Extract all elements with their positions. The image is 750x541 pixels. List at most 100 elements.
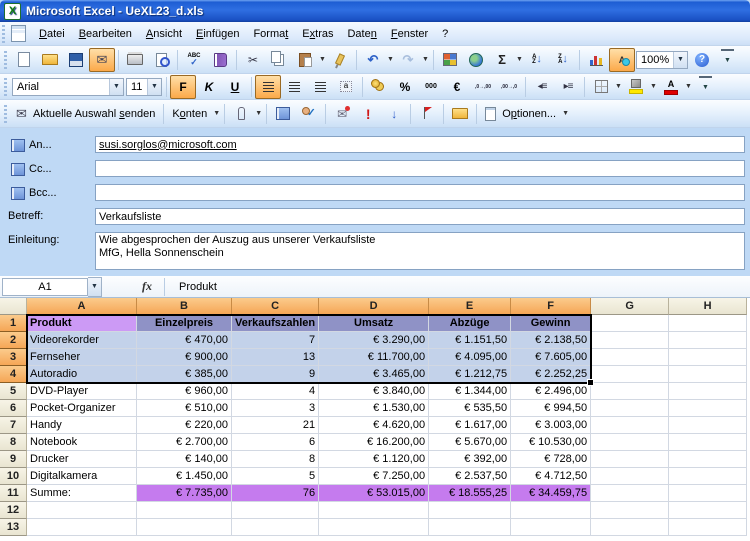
- cell-E7[interactable]: € 1.617,00: [429, 417, 511, 434]
- bcc-input[interactable]: [95, 184, 745, 201]
- cell-A11[interactable]: Summe:: [27, 485, 137, 502]
- increase-decimal-button[interactable]: [470, 75, 496, 99]
- print-preview-button[interactable]: [148, 48, 174, 72]
- font-name-combo[interactable]: Arial▼: [12, 78, 124, 96]
- fill-color-dropdown-button[interactable]: ▼: [649, 76, 658, 98]
- cell-C11[interactable]: 76: [232, 485, 319, 502]
- cell-A5[interactable]: DVD-Player: [27, 383, 137, 400]
- align-right-button[interactable]: [307, 75, 333, 99]
- cut-button[interactable]: [240, 48, 266, 72]
- cell-D12[interactable]: [319, 502, 429, 519]
- row-header-8[interactable]: 8: [0, 434, 27, 451]
- autosum-button[interactable]: [489, 48, 515, 72]
- message-flag-button[interactable]: [329, 102, 355, 126]
- menu-item-ansicht[interactable]: Ansicht: [139, 24, 189, 44]
- cell-A6[interactable]: Pocket-Organizer: [27, 400, 137, 417]
- column-header-D[interactable]: D: [319, 298, 429, 315]
- cell-E11[interactable]: € 18.555,25: [429, 485, 511, 502]
- underline-button[interactable]: U: [222, 75, 248, 99]
- italic-button[interactable]: K: [196, 75, 222, 99]
- undo-button[interactable]: [360, 48, 386, 72]
- font-size-combo[interactable]: 11▼: [126, 78, 162, 96]
- menu-item-fenster[interactable]: Fenster: [384, 24, 435, 44]
- fill-color-button[interactable]: [623, 75, 649, 99]
- drawing-button[interactable]: [609, 48, 635, 72]
- cell-A9[interactable]: Drucker: [27, 451, 137, 468]
- cell-C5[interactable]: 4: [232, 383, 319, 400]
- cell-F10[interactable]: € 4.712,50: [511, 468, 591, 485]
- accounts-button[interactable]: Konten: [167, 102, 212, 126]
- cell-A10[interactable]: Digitalkamera: [27, 468, 137, 485]
- insert-function-button[interactable]: fx: [142, 279, 152, 294]
- attach-file-dropdown-button[interactable]: ▼: [254, 103, 263, 125]
- redo-button[interactable]: [395, 48, 421, 72]
- chart-wizard-button[interactable]: [583, 48, 609, 72]
- cell-C10[interactable]: 5: [232, 468, 319, 485]
- cell-G4[interactable]: [591, 366, 669, 383]
- attach-file-button[interactable]: [228, 102, 254, 126]
- bold-button[interactable]: F: [170, 75, 196, 99]
- cc-input[interactable]: [95, 160, 745, 177]
- cell-F8[interactable]: € 10.530,00: [511, 434, 591, 451]
- menu-item-datei[interactable]: Datei: [32, 24, 72, 44]
- insert-hyperlink-button[interactable]: [463, 48, 489, 72]
- priority-low-button[interactable]: [381, 102, 407, 126]
- cell-A12[interactable]: [27, 502, 137, 519]
- to-input[interactable]: [95, 136, 745, 153]
- cell-C8[interactable]: 6: [232, 434, 319, 451]
- undo-dropdown-button[interactable]: ▼: [386, 49, 395, 71]
- paste-button[interactable]: [292, 48, 318, 72]
- options-button[interactable]: Optionen...: [480, 102, 561, 126]
- font-name-dropdown[interactable]: ▼: [109, 79, 123, 95]
- cell-D8[interactable]: € 16.200,00: [319, 434, 429, 451]
- cell-F9[interactable]: € 728,00: [511, 451, 591, 468]
- cell-H2[interactable]: [669, 332, 747, 349]
- cell-H9[interactable]: [669, 451, 747, 468]
- column-header-E[interactable]: E: [429, 298, 511, 315]
- cell-H4[interactable]: [669, 366, 747, 383]
- cell-H5[interactable]: [669, 383, 747, 400]
- cell-G5[interactable]: [591, 383, 669, 400]
- print-button[interactable]: [122, 48, 148, 72]
- cell-F5[interactable]: € 2.496,00: [511, 383, 591, 400]
- cell-H8[interactable]: [669, 434, 747, 451]
- cell-D5[interactable]: € 3.840,00: [319, 383, 429, 400]
- borders-dropdown-button[interactable]: ▼: [614, 76, 623, 98]
- cell-F13[interactable]: [511, 519, 591, 536]
- introduction-input[interactable]: Wie abgesprochen der Auszug aus unserer …: [95, 232, 745, 270]
- cell-B8[interactable]: € 2.700,00: [137, 434, 232, 451]
- cell-H10[interactable]: [669, 468, 747, 485]
- cell-H6[interactable]: [669, 400, 747, 417]
- currency-style-button[interactable]: [366, 75, 392, 99]
- menu-item-daten[interactable]: Daten: [340, 24, 383, 44]
- column-header-G[interactable]: G: [591, 298, 669, 315]
- cell-D6[interactable]: € 1.530,00: [319, 400, 429, 417]
- paste-dropdown-button[interactable]: ▼: [318, 49, 327, 71]
- font-size-dropdown[interactable]: ▼: [147, 79, 161, 95]
- menu-item-extras[interactable]: Extras: [295, 24, 340, 44]
- zoom-dropdown[interactable]: ▼: [673, 52, 687, 68]
- fill-handle[interactable]: [587, 379, 594, 386]
- cell-G9[interactable]: [591, 451, 669, 468]
- cell-H13[interactable]: [669, 519, 747, 536]
- open-button[interactable]: [37, 48, 63, 72]
- column-header-C[interactable]: C: [232, 298, 319, 315]
- font-color-dropdown-button[interactable]: ▼: [684, 76, 693, 98]
- options-dropdown-button[interactable]: ▼: [561, 103, 570, 125]
- check-names-button[interactable]: [296, 102, 322, 126]
- cell-F12[interactable]: [511, 502, 591, 519]
- column-header-B[interactable]: B: [137, 298, 232, 315]
- bcc-button[interactable]: Bcc...: [6, 184, 61, 202]
- borders-button[interactable]: [588, 75, 614, 99]
- cell-E13[interactable]: [429, 519, 511, 536]
- address-book-button[interactable]: [270, 102, 296, 126]
- row-header-7[interactable]: 7: [0, 417, 27, 434]
- cell-G8[interactable]: [591, 434, 669, 451]
- align-center-button[interactable]: [281, 75, 307, 99]
- cell-E5[interactable]: € 1.344,00: [429, 383, 511, 400]
- sort-descending-button[interactable]: [550, 48, 576, 72]
- selection-range[interactable]: [26, 314, 592, 384]
- percent-style-button[interactable]: %: [392, 75, 418, 99]
- save-button[interactable]: [63, 48, 89, 72]
- cell-H11[interactable]: [669, 485, 747, 502]
